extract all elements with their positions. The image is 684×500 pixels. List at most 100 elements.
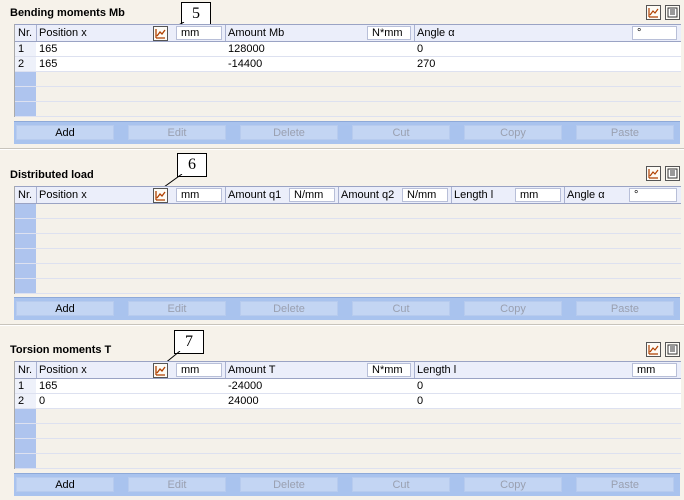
section-title: Distributed load — [10, 169, 94, 181]
cut-button[interactable]: Cut — [352, 301, 450, 316]
cut-button[interactable]: Cut — [352, 125, 450, 140]
copy-button[interactable]: Copy — [464, 477, 562, 492]
edit-button[interactable]: Edit — [128, 477, 226, 492]
column-nr: Nr. — [18, 27, 33, 39]
cell-length[interactable]: 0 — [414, 394, 423, 408]
delete-button[interactable]: Delete — [240, 125, 338, 140]
delete-button[interactable]: Delete — [240, 301, 338, 316]
cell-amount[interactable]: -24000 — [225, 379, 262, 393]
edit-button[interactable]: Edit — [128, 125, 226, 140]
table-row[interactable]: 1 165 128000 0 — [15, 42, 681, 57]
grid-rows: 1 165 -24000 0 2 0 24000 0 — [15, 379, 681, 469]
angle-unit[interactable]: ° — [629, 188, 677, 202]
copy-button[interactable]: Copy — [464, 125, 562, 140]
empty-row[interactable] — [15, 424, 681, 439]
paste-button[interactable]: Paste — [576, 477, 674, 492]
table-row[interactable]: 2 0 24000 0 — [15, 394, 681, 409]
grid-rows: 1 165 128000 0 2 165 -14400 270 — [15, 42, 681, 117]
paste-button[interactable]: Paste — [576, 301, 674, 316]
column-position: Position x — [39, 364, 87, 376]
cell-length[interactable]: 0 — [414, 379, 423, 393]
row-number: 2 — [15, 57, 36, 71]
section-divider — [0, 324, 684, 326]
row-number: 1 — [15, 379, 36, 393]
empty-row[interactable] — [15, 72, 681, 87]
length-unit[interactable]: mm — [632, 363, 677, 377]
column-position: Position x — [39, 189, 87, 201]
empty-row[interactable] — [15, 454, 681, 469]
button-bar: Add Edit Delete Cut Copy Paste — [14, 121, 680, 144]
edit-button[interactable]: Edit — [128, 301, 226, 316]
empty-row[interactable] — [15, 279, 681, 294]
notes-icon[interactable] — [665, 5, 680, 20]
section-toolbar — [646, 166, 680, 181]
grid-header: Nr. Position x mm Amount q1 N/mm Amount … — [15, 186, 681, 204]
column-amount: Amount T — [228, 364, 276, 376]
cell-angle[interactable]: 0 — [414, 42, 423, 56]
section-divider — [0, 148, 684, 150]
cell-amount[interactable]: 128000 — [225, 42, 265, 56]
distributed-load-grid: Nr. Position x mm Amount q1 N/mm Amount … — [14, 186, 681, 294]
cut-button[interactable]: Cut — [352, 477, 450, 492]
amount-unit[interactable]: N*mm — [367, 363, 411, 377]
delete-button[interactable]: Delete — [240, 477, 338, 492]
column-q1: Amount q1 — [228, 189, 282, 201]
section-title: Torsion moments T — [10, 344, 112, 356]
column-angle: Angle α — [567, 189, 605, 201]
graph-icon[interactable] — [646, 342, 661, 357]
add-button[interactable]: Add — [16, 125, 114, 140]
add-button[interactable]: Add — [16, 477, 114, 492]
table-row[interactable]: 2 165 -14400 270 — [15, 57, 681, 72]
section-title: Bending moments Mb — [10, 7, 125, 19]
empty-row[interactable] — [15, 264, 681, 279]
cell-amount[interactable]: 24000 — [225, 394, 259, 408]
column-length: Length l — [417, 364, 457, 376]
empty-row[interactable] — [15, 87, 681, 102]
torsion-moments-grid: Nr. Position x mm Amount T N*mm Length l… — [14, 361, 681, 469]
cell-angle[interactable]: 270 — [414, 57, 435, 71]
graph-icon[interactable] — [153, 188, 168, 203]
copy-button[interactable]: Copy — [464, 301, 562, 316]
paste-button[interactable]: Paste — [576, 125, 674, 140]
empty-row[interactable] — [15, 234, 681, 249]
table-row[interactable]: 1 165 -24000 0 — [15, 379, 681, 394]
column-nr: Nr. — [18, 189, 33, 201]
column-amount: Amount Mb — [228, 27, 285, 39]
empty-row[interactable] — [15, 219, 681, 234]
empty-row[interactable] — [15, 409, 681, 424]
position-unit[interactable]: mm — [176, 188, 222, 202]
button-bar: Add Edit Delete Cut Copy Paste — [14, 297, 680, 320]
empty-row[interactable] — [15, 249, 681, 264]
graph-icon[interactable] — [646, 5, 661, 20]
position-unit[interactable]: mm — [176, 363, 222, 377]
position-unit[interactable]: mm — [176, 26, 222, 40]
section-toolbar — [646, 342, 680, 357]
row-number: 1 — [15, 42, 36, 56]
graph-icon[interactable] — [153, 363, 168, 378]
add-button[interactable]: Add — [16, 301, 114, 316]
grid-rows — [15, 204, 681, 294]
column-nr: Nr. — [18, 364, 33, 376]
cell-position[interactable]: 165 — [36, 42, 57, 56]
length-unit[interactable]: mm — [515, 188, 561, 202]
column-angle: Angle α — [417, 27, 455, 39]
cell-position[interactable]: 0 — [36, 394, 45, 408]
graph-icon[interactable] — [646, 166, 661, 181]
empty-row[interactable] — [15, 439, 681, 454]
notes-icon[interactable] — [665, 342, 680, 357]
empty-row[interactable] — [15, 102, 681, 117]
q2-unit[interactable]: N/mm — [402, 188, 448, 202]
angle-unit[interactable]: ° — [632, 26, 677, 40]
graph-icon[interactable] — [153, 26, 168, 41]
bending-moments-grid: Nr. Position x mm Amount Mb N*mm Angle α… — [14, 24, 681, 117]
row-number: 2 — [15, 394, 36, 408]
empty-row[interactable] — [15, 204, 681, 219]
q1-unit[interactable]: N/mm — [289, 188, 335, 202]
section-toolbar — [646, 5, 680, 20]
amount-unit[interactable]: N*mm — [367, 26, 411, 40]
cell-position[interactable]: 165 — [36, 57, 57, 71]
column-position: Position x — [39, 27, 87, 39]
cell-amount[interactable]: -14400 — [225, 57, 262, 71]
cell-position[interactable]: 165 — [36, 379, 57, 393]
notes-icon[interactable] — [665, 166, 680, 181]
